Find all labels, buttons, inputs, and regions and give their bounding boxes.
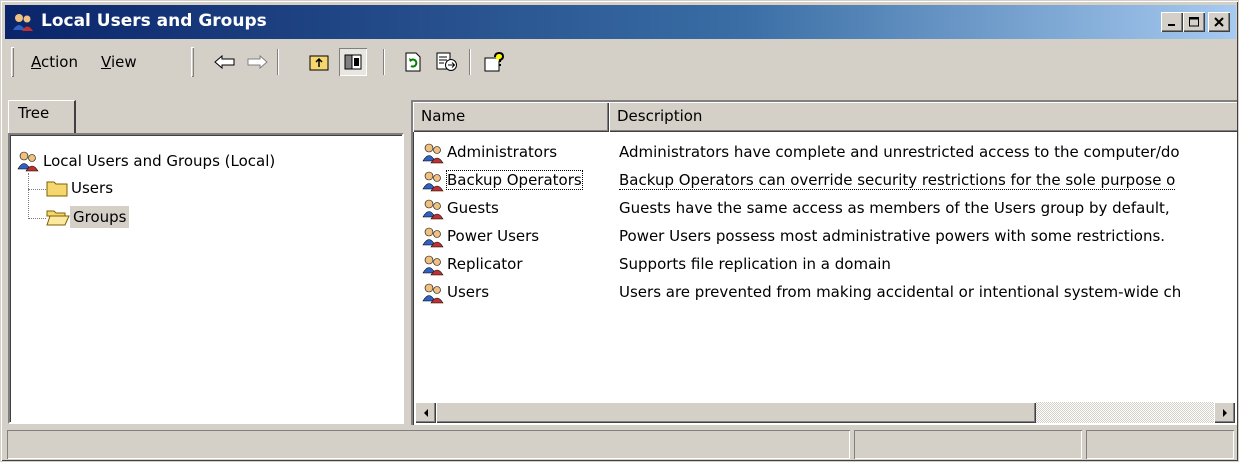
close-icon: [1214, 17, 1224, 27]
tree-item-label: Groups: [70, 206, 130, 228]
tree-item-label: Users: [71, 179, 114, 197]
open-folder-icon: [46, 210, 70, 226]
menu-view[interactable]: View: [101, 53, 137, 71]
back-arrow-icon: [214, 54, 235, 70]
users-groups-icon: [13, 14, 33, 31]
forward-button[interactable]: [243, 48, 271, 76]
menu-action[interactable]: Action: [31, 53, 78, 71]
maximize-icon: [1188, 17, 1199, 27]
forward-arrow-icon: [247, 54, 268, 70]
status-panel-3: [1086, 430, 1234, 459]
tree-connector: [28, 218, 46, 219]
list-row[interactable]: Administrators Administrators have compl…: [413, 140, 1233, 166]
group-icon: [422, 255, 444, 276]
show-hide-tree-icon: [344, 54, 362, 70]
window-title: Local Users and Groups: [41, 11, 267, 31]
group-description: Power Users possess most administrative …: [619, 227, 1166, 245]
help-button[interactable]: [481, 48, 509, 76]
minimize-button[interactable]: [1161, 12, 1183, 32]
column-header-name[interactable]: Name: [413, 102, 609, 132]
maximize-button[interactable]: [1183, 12, 1205, 32]
folder-icon: [46, 181, 68, 197]
group-description: Guests have the same access as members o…: [619, 199, 1170, 217]
tree-item-groups[interactable]: Groups: [46, 206, 130, 228]
export-list-button[interactable]: [433, 48, 461, 76]
help-icon: [484, 52, 505, 72]
list-row[interactable]: Backup Operators Backup Operators can ov…: [413, 168, 1233, 194]
tree-tab-label: Tree: [18, 104, 50, 122]
list-row[interactable]: Users Users are prevented from making ac…: [413, 280, 1233, 306]
group-name: Administrators: [447, 143, 558, 161]
group-name: Replicator: [447, 255, 523, 273]
group-icon: [422, 199, 444, 220]
tree-pane[interactable]: Local Users and Groups (Local) Users Gro…: [8, 133, 404, 424]
export-list-icon: [436, 52, 457, 71]
group-icon: [422, 227, 444, 248]
horizontal-scrollbar[interactable]: [415, 402, 1235, 423]
tree-root-label: Local Users and Groups (Local): [43, 152, 276, 170]
scroll-right-button[interactable]: [1214, 402, 1235, 423]
users-groups-icon: [17, 151, 39, 172]
toolbar-separator: [383, 49, 385, 75]
group-name: Power Users: [447, 227, 540, 245]
list-row[interactable]: Replicator Supports file replication in …: [413, 252, 1233, 278]
list-row[interactable]: Power Users Power Users possess most adm…: [413, 224, 1233, 250]
up-one-level-button[interactable]: [305, 48, 333, 76]
column-header-description[interactable]: Description: [609, 102, 1237, 132]
group-name: Users: [447, 283, 490, 301]
group-description: Administrators have complete and unrestr…: [619, 143, 1180, 161]
close-button[interactable]: [1208, 12, 1230, 32]
title-bar[interactable]: Local Users and Groups: [5, 5, 1236, 39]
scroll-left-button[interactable]: [415, 402, 436, 423]
tree-connector: [28, 189, 46, 190]
toolbar-grip[interactable]: [191, 47, 194, 77]
triangle-left-icon: [423, 408, 428, 417]
tab-tree[interactable]: Tree: [8, 100, 76, 134]
refresh-button[interactable]: [399, 48, 427, 76]
show-hide-tree-button[interactable]: [339, 48, 367, 76]
toolbar-grip[interactable]: [11, 47, 14, 77]
up-one-level-icon: [309, 55, 329, 71]
group-name: Guests: [447, 199, 499, 217]
refresh-icon: [405, 52, 421, 72]
status-panel-main: [7, 430, 850, 459]
group-description: Supports file replication in a domain: [619, 255, 891, 273]
group-description: Backup Operators can override security r…: [619, 171, 1176, 190]
back-button[interactable]: [211, 48, 239, 76]
status-panel-2: [854, 430, 1082, 459]
group-name: Backup Operators: [446, 170, 583, 190]
group-icon: [422, 171, 444, 192]
group-icon: [422, 283, 444, 304]
toolbar-separator: [277, 49, 279, 75]
tree-item-users[interactable]: Users: [46, 177, 116, 199]
tree-root[interactable]: Local Users and Groups (Local): [16, 149, 278, 173]
group-description: Users are prevented from making accident…: [619, 283, 1182, 301]
mmc-window: Local Users and Groups Action View Tree …: [0, 0, 1239, 462]
group-icon: [422, 143, 444, 164]
list-pane[interactable]: Name Description Administrators Administ…: [411, 100, 1237, 425]
tree-connector: [28, 173, 29, 219]
list-row[interactable]: Guests Guests have the same access as me…: [413, 196, 1233, 222]
toolbar-separator: [469, 49, 471, 75]
scroll-thumb[interactable]: [436, 402, 1036, 423]
minimize-icon: [1168, 24, 1175, 26]
triangle-right-icon: [1222, 408, 1227, 417]
toolbar: Action View: [5, 43, 1236, 81]
